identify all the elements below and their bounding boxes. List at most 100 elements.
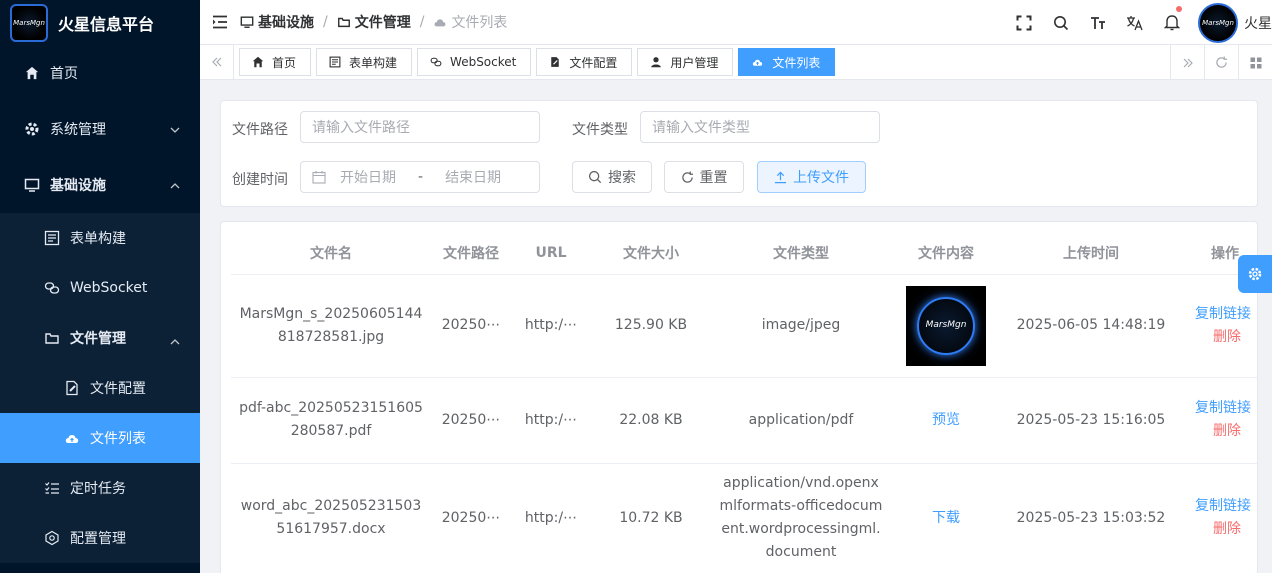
cell-file-name: pdf-abc_20250523151605280587.pdf <box>231 377 431 464</box>
delete-button[interactable]: 删除 <box>1195 518 1257 541</box>
font-size-button[interactable] <box>1079 0 1116 45</box>
submenu-infrastructure: 表单构建 WebSocket 文件管理 文件配置 文件列表 定时任务 配置管理 <box>0 213 200 563</box>
user-icon <box>651 57 662 68</box>
cell-file-size: 125.90 KB <box>591 274 711 378</box>
column-header-size: 文件大小 <box>591 232 711 275</box>
copy-link-button[interactable]: 复制链接 <box>1195 303 1257 326</box>
placeholder-text: 请输入文件路径 <box>312 120 410 136</box>
preview-link[interactable]: 预览 <box>891 377 1001 464</box>
chevron-down-icon <box>170 123 180 139</box>
copy-link-button[interactable]: 复制链接 <box>1195 397 1257 420</box>
tab-label: 表单构建 <box>349 55 398 70</box>
delete-button[interactable]: 删除 <box>1195 420 1257 443</box>
sidebar-item-file-config[interactable]: 文件配置 <box>0 363 200 413</box>
sidebar-item-infrastructure[interactable]: 基础设施 <box>0 157 200 213</box>
sidebar-item-config-management[interactable]: 配置管理 <box>0 513 200 563</box>
sidebar-item-label: 文件管理 <box>70 331 126 347</box>
column-header-content: 文件内容 <box>891 232 1001 275</box>
gear-icon <box>24 121 40 137</box>
cell-file-type: application/vnd.openxmlformats-officedoc… <box>711 463 891 573</box>
column-header-path: 文件路径 <box>431 232 511 275</box>
home-icon <box>24 65 40 81</box>
sidebar-item-file-management[interactable]: 文件管理 <box>0 313 200 363</box>
tabs-bar: 首页 表单构建 WebSocket 文件配置 用户管理 文件列表 <box>200 44 1272 80</box>
download-link[interactable]: 下载 <box>891 463 1001 573</box>
cell-file-path: 20250⋯ <box>431 463 511 573</box>
cloud-upload-icon <box>753 59 763 66</box>
avatar[interactable]: MarsMgn <box>1198 2 1238 43</box>
cell-file-name: word_abc_20250523150351617957.docx <box>231 463 431 573</box>
cloud-upload-icon <box>64 430 80 446</box>
top-header: 基础设施 / 文件管理 / 文件列表 MarsMgn 火星 <box>200 0 1272 45</box>
tab-user-management[interactable]: 用户管理 <box>637 48 734 76</box>
reset-button[interactable]: 重置 <box>664 161 744 193</box>
sidebar-item-system[interactable]: 系统管理 <box>0 101 200 157</box>
image-thumbnail[interactable]: MarsMgn <box>906 285 986 366</box>
chevron-up-icon <box>170 335 180 351</box>
cell-upload-time: 2025-05-23 15:03:52 <box>1001 463 1181 573</box>
sidebar-item-form-builder[interactable]: 表单构建 <box>0 213 200 263</box>
placeholder-text: 请输入文件类型 <box>652 120 750 136</box>
cell-file-content: MarsMgn <box>891 274 1001 378</box>
language-button[interactable] <box>1116 0 1153 45</box>
breadcrumb-label: 文件列表 <box>451 15 508 31</box>
breadcrumb-item[interactable]: 文件管理 <box>337 12 411 32</box>
sidebar-item-home[interactable]: 首页 <box>0 45 200 101</box>
search-icon <box>1053 15 1068 30</box>
upload-file-button[interactable]: 上传文件 <box>757 161 866 193</box>
sidebar-item-websocket[interactable]: WebSocket <box>0 263 200 313</box>
fullscreen-icon <box>1016 15 1031 30</box>
double-chevron-left-icon <box>211 57 221 67</box>
logo-image: MarsMgn <box>10 3 48 42</box>
cloud-upload-icon <box>435 19 446 27</box>
breadcrumb-item[interactable]: 基础设施 <box>240 12 314 32</box>
cell-url: http:/⋯ <box>511 377 591 464</box>
fullscreen-button[interactable] <box>1005 0 1042 45</box>
font-size-icon <box>1090 16 1105 29</box>
search-button[interactable] <box>1042 0 1079 45</box>
main-content: 文件路径 请输入文件路径 文件类型 请输入文件类型 创建时间 开始日期 - 结束… <box>200 80 1272 573</box>
range-separator: - <box>418 169 424 185</box>
tab-label: WebSocket <box>450 55 517 69</box>
tab-file-list[interactable]: 文件列表 <box>738 48 836 76</box>
cell-url: http:/⋯ <box>511 274 591 378</box>
breadcrumb-label: 文件管理 <box>354 15 411 31</box>
button-label: 重置 <box>699 170 728 186</box>
cell-actions: 复制链接 删除 <box>1181 377 1257 464</box>
sidebar-item-label: 文件列表 <box>90 431 146 447</box>
search-button[interactable]: 搜索 <box>572 161 652 193</box>
tabs-scroll-left-button[interactable] <box>200 44 234 80</box>
tabs-menu-button[interactable] <box>1238 45 1272 80</box>
copy-link-button[interactable]: 复制链接 <box>1195 495 1257 518</box>
folder-icon <box>44 330 60 346</box>
notification-button[interactable] <box>1153 0 1190 45</box>
tab-file-config[interactable]: 文件配置 <box>536 48 633 76</box>
column-header-time: 上传时间 <box>1001 232 1181 275</box>
sidebar-item-file-list[interactable]: 文件列表 <box>0 413 200 463</box>
tab-home[interactable]: 首页 <box>239 48 312 76</box>
tab-websocket[interactable]: WebSocket <box>417 48 532 76</box>
sidebar-item-label: 定时任务 <box>70 481 126 497</box>
home-icon <box>252 56 264 68</box>
date-range-picker[interactable]: 开始日期 - 结束日期 <box>300 161 540 193</box>
refresh-tab-button[interactable] <box>1204 45 1238 80</box>
logo-row[interactable]: MarsMgn 火星信息平台 <box>0 0 200 45</box>
button-label: 上传文件 <box>793 170 849 186</box>
end-date-input[interactable]: 结束日期 <box>445 167 501 187</box>
file-type-input[interactable]: 请输入文件类型 <box>640 111 880 143</box>
table-row: word_abc_20250523150351617957.docx 20250… <box>231 463 1257 573</box>
column-header-url: URL <box>511 232 591 275</box>
tabs-scroll-right-button[interactable] <box>1170 45 1204 80</box>
sidebar-item-label: 配置管理 <box>70 531 126 547</box>
collapse-menu-button[interactable] <box>200 15 240 29</box>
sidebar-item-scheduled-tasks[interactable]: 定时任务 <box>0 463 200 513</box>
user-name[interactable]: 火星 <box>1244 13 1272 33</box>
start-date-input[interactable]: 开始日期 <box>340 167 396 187</box>
cell-actions: 复制链接 删除 <box>1181 463 1257 573</box>
delete-button[interactable]: 删除 <box>1195 326 1257 349</box>
cell-file-path: 20250⋯ <box>431 274 511 378</box>
tab-form-builder[interactable]: 表单构建 <box>316 48 413 76</box>
file-path-input[interactable]: 请输入文件路径 <box>300 111 540 143</box>
settings-drawer-button[interactable] <box>1238 255 1272 293</box>
sidebar-item-label: 首页 <box>50 66 78 82</box>
